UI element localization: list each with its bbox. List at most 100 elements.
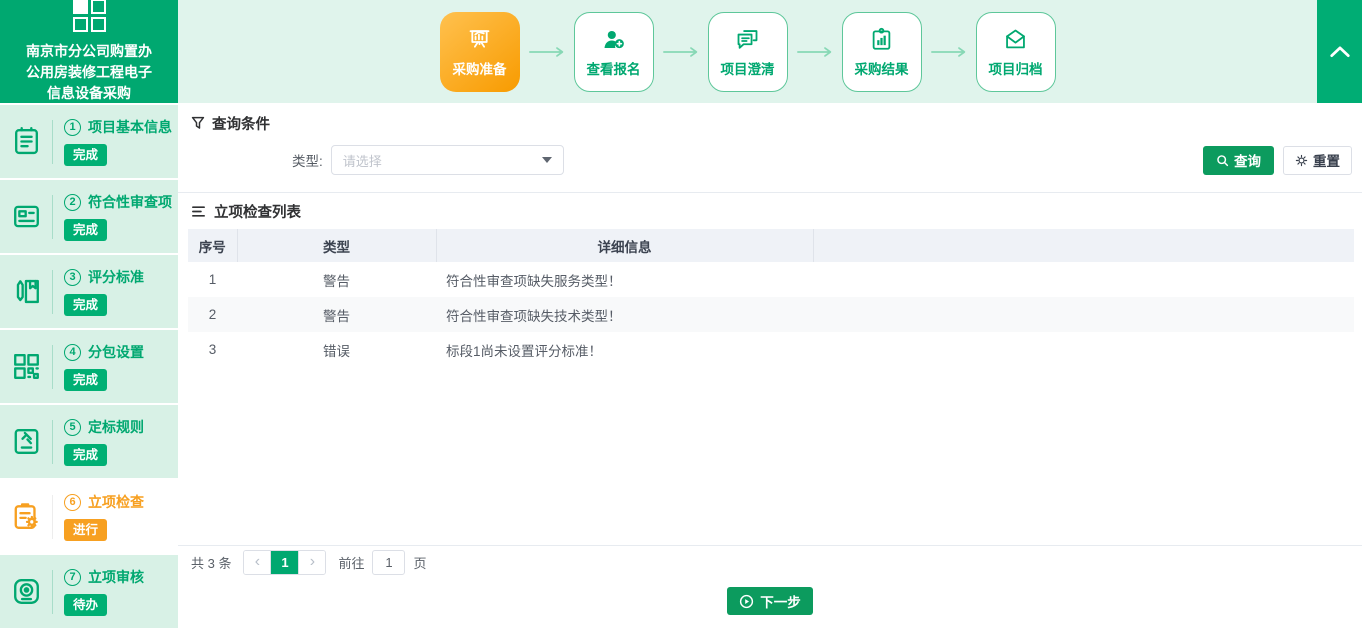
sidebar-item-project-check[interactable]: 6 立项检查 进行 — [0, 480, 178, 553]
cell-type: 错误 — [237, 332, 436, 367]
status-badge: 完成 — [64, 369, 107, 390]
status-badge: 完成 — [64, 294, 107, 315]
user-add-icon — [600, 26, 627, 53]
status-badge: 完成 — [64, 444, 107, 465]
grid-logo-icon — [73, 0, 106, 32]
flow-step-project-archive[interactable]: 项目归档 — [976, 12, 1056, 92]
step-number: 5 — [64, 419, 81, 436]
search-button[interactable]: 查询 — [1203, 146, 1274, 175]
table-row: 1 警告 符合性审查项缺失服务类型！ — [188, 262, 1354, 297]
sidebar-item-scoring-criteria[interactable]: 3 评分标准 完成 — [0, 255, 178, 328]
goto-label: 前往 — [338, 553, 364, 572]
total-count-label: 共 3 条 — [191, 553, 231, 572]
step-number: 6 — [64, 494, 81, 511]
step-number: 2 — [64, 194, 81, 211]
filter-title: 查询条件 — [212, 113, 270, 134]
cell-type: 警告 — [237, 297, 436, 332]
status-badge: 完成 — [64, 144, 107, 165]
cell-no: 2 — [188, 297, 237, 332]
type-label: 类型: — [292, 150, 323, 170]
col-header-empty — [813, 229, 1354, 262]
cell-no: 1 — [188, 262, 237, 297]
id-card-icon — [0, 200, 52, 233]
pen-book-icon — [0, 275, 52, 308]
flow-step-label: 项目澄清 — [721, 58, 775, 78]
status-badge: 待办 — [64, 594, 107, 615]
table-row: 3 错误 标段1尚未设置评分标准！ — [188, 332, 1354, 367]
col-header-no: 序号 — [188, 229, 237, 262]
envelope-icon — [1002, 26, 1029, 53]
clipboard-icon — [0, 125, 52, 158]
caret-down-icon — [542, 157, 552, 163]
gear-refresh-icon — [1295, 154, 1308, 167]
page-number-button[interactable]: 1 — [270, 551, 299, 574]
flow-step-procurement-result[interactable]: 采购结果 — [842, 12, 922, 92]
goto-page-input[interactable] — [372, 550, 405, 575]
chart-podium-icon — [466, 26, 493, 53]
flow-step-label: 项目归档 — [989, 58, 1043, 78]
qr-grid-icon — [0, 350, 52, 383]
cell-no: 3 — [188, 332, 237, 367]
next-page-button[interactable]: › — [299, 551, 325, 574]
cell-detail: 标段1尚未设置评分标准！ — [436, 332, 813, 367]
pagination-bar: 共 3 条 ‹ 1 › 前往 页 — [178, 545, 1362, 578]
flow-step-label: 查看报名 — [587, 58, 641, 78]
table-header-row: 序号 类型 详细信息 — [188, 229, 1354, 262]
flow-step-procurement-prep[interactable]: 采购准备 — [440, 12, 520, 92]
page-unit-label: 页 — [413, 553, 426, 572]
sidebar-item-compliance-review[interactable]: 2 符合性审查项 完成 — [0, 180, 178, 253]
step-number: 7 — [64, 569, 81, 586]
cell-detail: 符合性审查项缺失服务类型！ — [436, 262, 813, 297]
next-step-button[interactable]: 下一步 — [727, 587, 813, 615]
sidebar-item-label: 评分标准 — [88, 267, 144, 287]
funnel-icon — [191, 116, 205, 130]
flow-step-view-registration[interactable]: 查看报名 — [574, 12, 654, 92]
type-select[interactable]: 请选择 — [331, 145, 564, 175]
collapse-header-button[interactable] — [1317, 0, 1362, 103]
cell-type: 警告 — [237, 262, 436, 297]
sidebar: 南京市分公司购置办公用房装修工程电子信息设备采购 1项目基本信息 完成 2 符合性… — [0, 0, 178, 623]
flow-arrow-icon — [662, 45, 700, 59]
sidebar-item-project-basic-info[interactable]: 1项目基本信息 完成 — [0, 105, 178, 178]
play-circle-icon — [739, 594, 754, 609]
sidebar-item-label: 定标规则 — [88, 417, 144, 437]
status-badge: 进行 — [64, 519, 107, 540]
select-placeholder: 请选择 — [343, 151, 542, 170]
step-number: 3 — [64, 269, 81, 286]
result-chart-icon — [868, 26, 895, 53]
clipboard-gear-icon — [0, 500, 52, 533]
webcam-icon — [0, 575, 52, 608]
sidebar-item-label: 立项检查 — [88, 492, 144, 512]
sidebar-item-award-rules[interactable]: 5 定标规则 完成 — [0, 405, 178, 478]
chat-bubbles-icon — [734, 26, 761, 53]
search-icon — [1216, 154, 1229, 167]
gavel-doc-icon — [0, 425, 52, 458]
sidebar-item-project-approval[interactable]: 7 立项审核 待办 — [0, 555, 178, 628]
flow-step-project-clarification[interactable]: 项目澄清 — [708, 12, 788, 92]
sidebar-header: 南京市分公司购置办公用房装修工程电子信息设备采购 — [0, 0, 178, 103]
main-content: 查询条件 类型: 请选择 查询 重置 — [178, 103, 1362, 623]
sidebar-item-label: 符合性审查项 — [88, 192, 172, 212]
sidebar-item-label: 项目基本信息 — [88, 117, 172, 137]
footer-actions: 下一步 — [178, 578, 1362, 623]
list-section-header: 立项检查列表 — [178, 193, 1362, 229]
flow-step-label: 采购准备 — [453, 58, 507, 78]
sidebar-item-package-setup[interactable]: 4分包设置 完成 — [0, 330, 178, 403]
check-list-table: 序号 类型 详细信息 1 警告 符合性审查项缺失服务类型！ 2 警告 符合性审查… — [188, 229, 1354, 367]
list-icon — [191, 204, 206, 219]
flow-step-label: 采购结果 — [855, 58, 909, 78]
step-number: 4 — [64, 344, 81, 361]
reset-button[interactable]: 重置 — [1283, 146, 1352, 175]
flow-arrow-icon — [796, 45, 834, 59]
status-badge: 完成 — [64, 219, 107, 240]
chevron-up-icon — [1329, 45, 1351, 58]
col-header-type: 类型 — [237, 229, 436, 262]
flow-arrow-icon — [930, 45, 968, 59]
workflow-bar: 采购准备 查看报名 项目澄清 — [178, 0, 1317, 103]
list-title: 立项检查列表 — [214, 201, 301, 222]
sidebar-item-label: 立项审核 — [88, 567, 144, 587]
table-row: 2 警告 符合性审查项缺失技术类型！ — [188, 297, 1354, 332]
col-header-detail: 详细信息 — [436, 229, 813, 262]
cell-detail: 符合性审查项缺失技术类型！ — [436, 297, 813, 332]
prev-page-button[interactable]: ‹ — [244, 551, 270, 574]
